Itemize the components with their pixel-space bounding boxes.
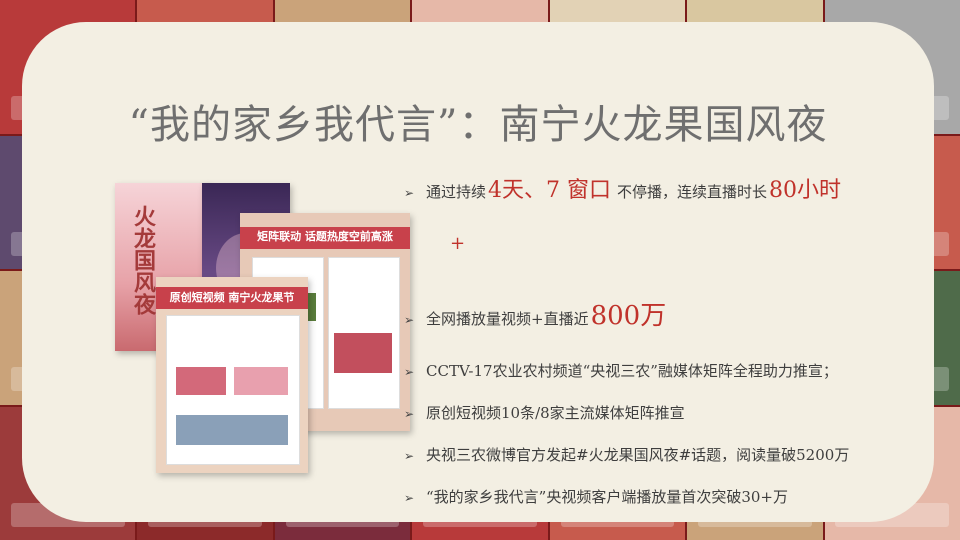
poster4-photo-2 [234, 367, 288, 395]
bullet-item: ➢ “我的家乡我代言”央视频客户端播放量首次突破30+万 [404, 486, 790, 507]
page-title: “我的家乡我代言”：南宁火龙果国风夜 [128, 102, 828, 148]
bullet-text: “我的家乡我代言”央视频客户端播放量首次突破30+万 [426, 488, 788, 506]
poster-original-video: 原创短视频 南宁火龙果节 [156, 277, 308, 473]
highlight-text: 80小时 [769, 178, 842, 203]
poster1-title: 火龙国风夜 [130, 205, 156, 315]
bullet-arrow-icon: ➢ [404, 449, 415, 463]
bullet-item: ➢ 全网播放量视频+直播近 800万 [404, 295, 672, 332]
bullet-item: ➢ 央视三农微博官方发起#火龙果国风夜#话题，阅读量破5200万 [404, 444, 851, 465]
bullet-text: 不停播，连续直播时长 [617, 183, 768, 201]
bullet-text: 全网播放量视频+直播近 [426, 310, 589, 328]
bullet-arrow-icon: ➢ [404, 407, 415, 421]
poster4-photo-3 [176, 415, 288, 445]
bullet-text: 原创短视频10条/8家主流媒体矩阵推宣 [426, 404, 685, 422]
poster4-photo-1 [176, 367, 226, 395]
highlight-text: 4天、7 窗口 [488, 178, 612, 203]
poster3-title: 矩阵联动 话题热度空前高涨 [257, 230, 393, 243]
bullet-item: ➢ CCTV-17农业农村频道“央视三农”融媒体矩阵全程助力推宣； [404, 360, 840, 381]
bullet-text: CCTV-17农业农村频道“央视三农”融媒体矩阵全程助力推宣； [426, 362, 838, 380]
bullet-text: 央视三农微博官方发起#火龙果国风夜#话题，阅读量破5200万 [426, 446, 850, 464]
bullet-arrow-icon: ➢ [404, 313, 415, 327]
bullet-arrow-icon: ➢ [404, 365, 415, 379]
plus-sign: + [450, 233, 466, 254]
poster4-title: 原创短视频 南宁火龙果节 [169, 291, 295, 304]
poster3-photo-2 [334, 333, 392, 373]
highlight-text: 800万 [590, 301, 667, 331]
bullet-arrow-icon: ➢ [404, 186, 415, 200]
bullet-text: 通过持续 [426, 183, 487, 201]
bullet-item: ➢ 通过持续 4天、7 窗口 不停播，连续直播时长 80小时 [404, 172, 847, 204]
bullet-item: ➢ 原创短视频10条/8家主流媒体矩阵推宣 [404, 402, 687, 423]
bullet-arrow-icon: ➢ [404, 491, 415, 505]
